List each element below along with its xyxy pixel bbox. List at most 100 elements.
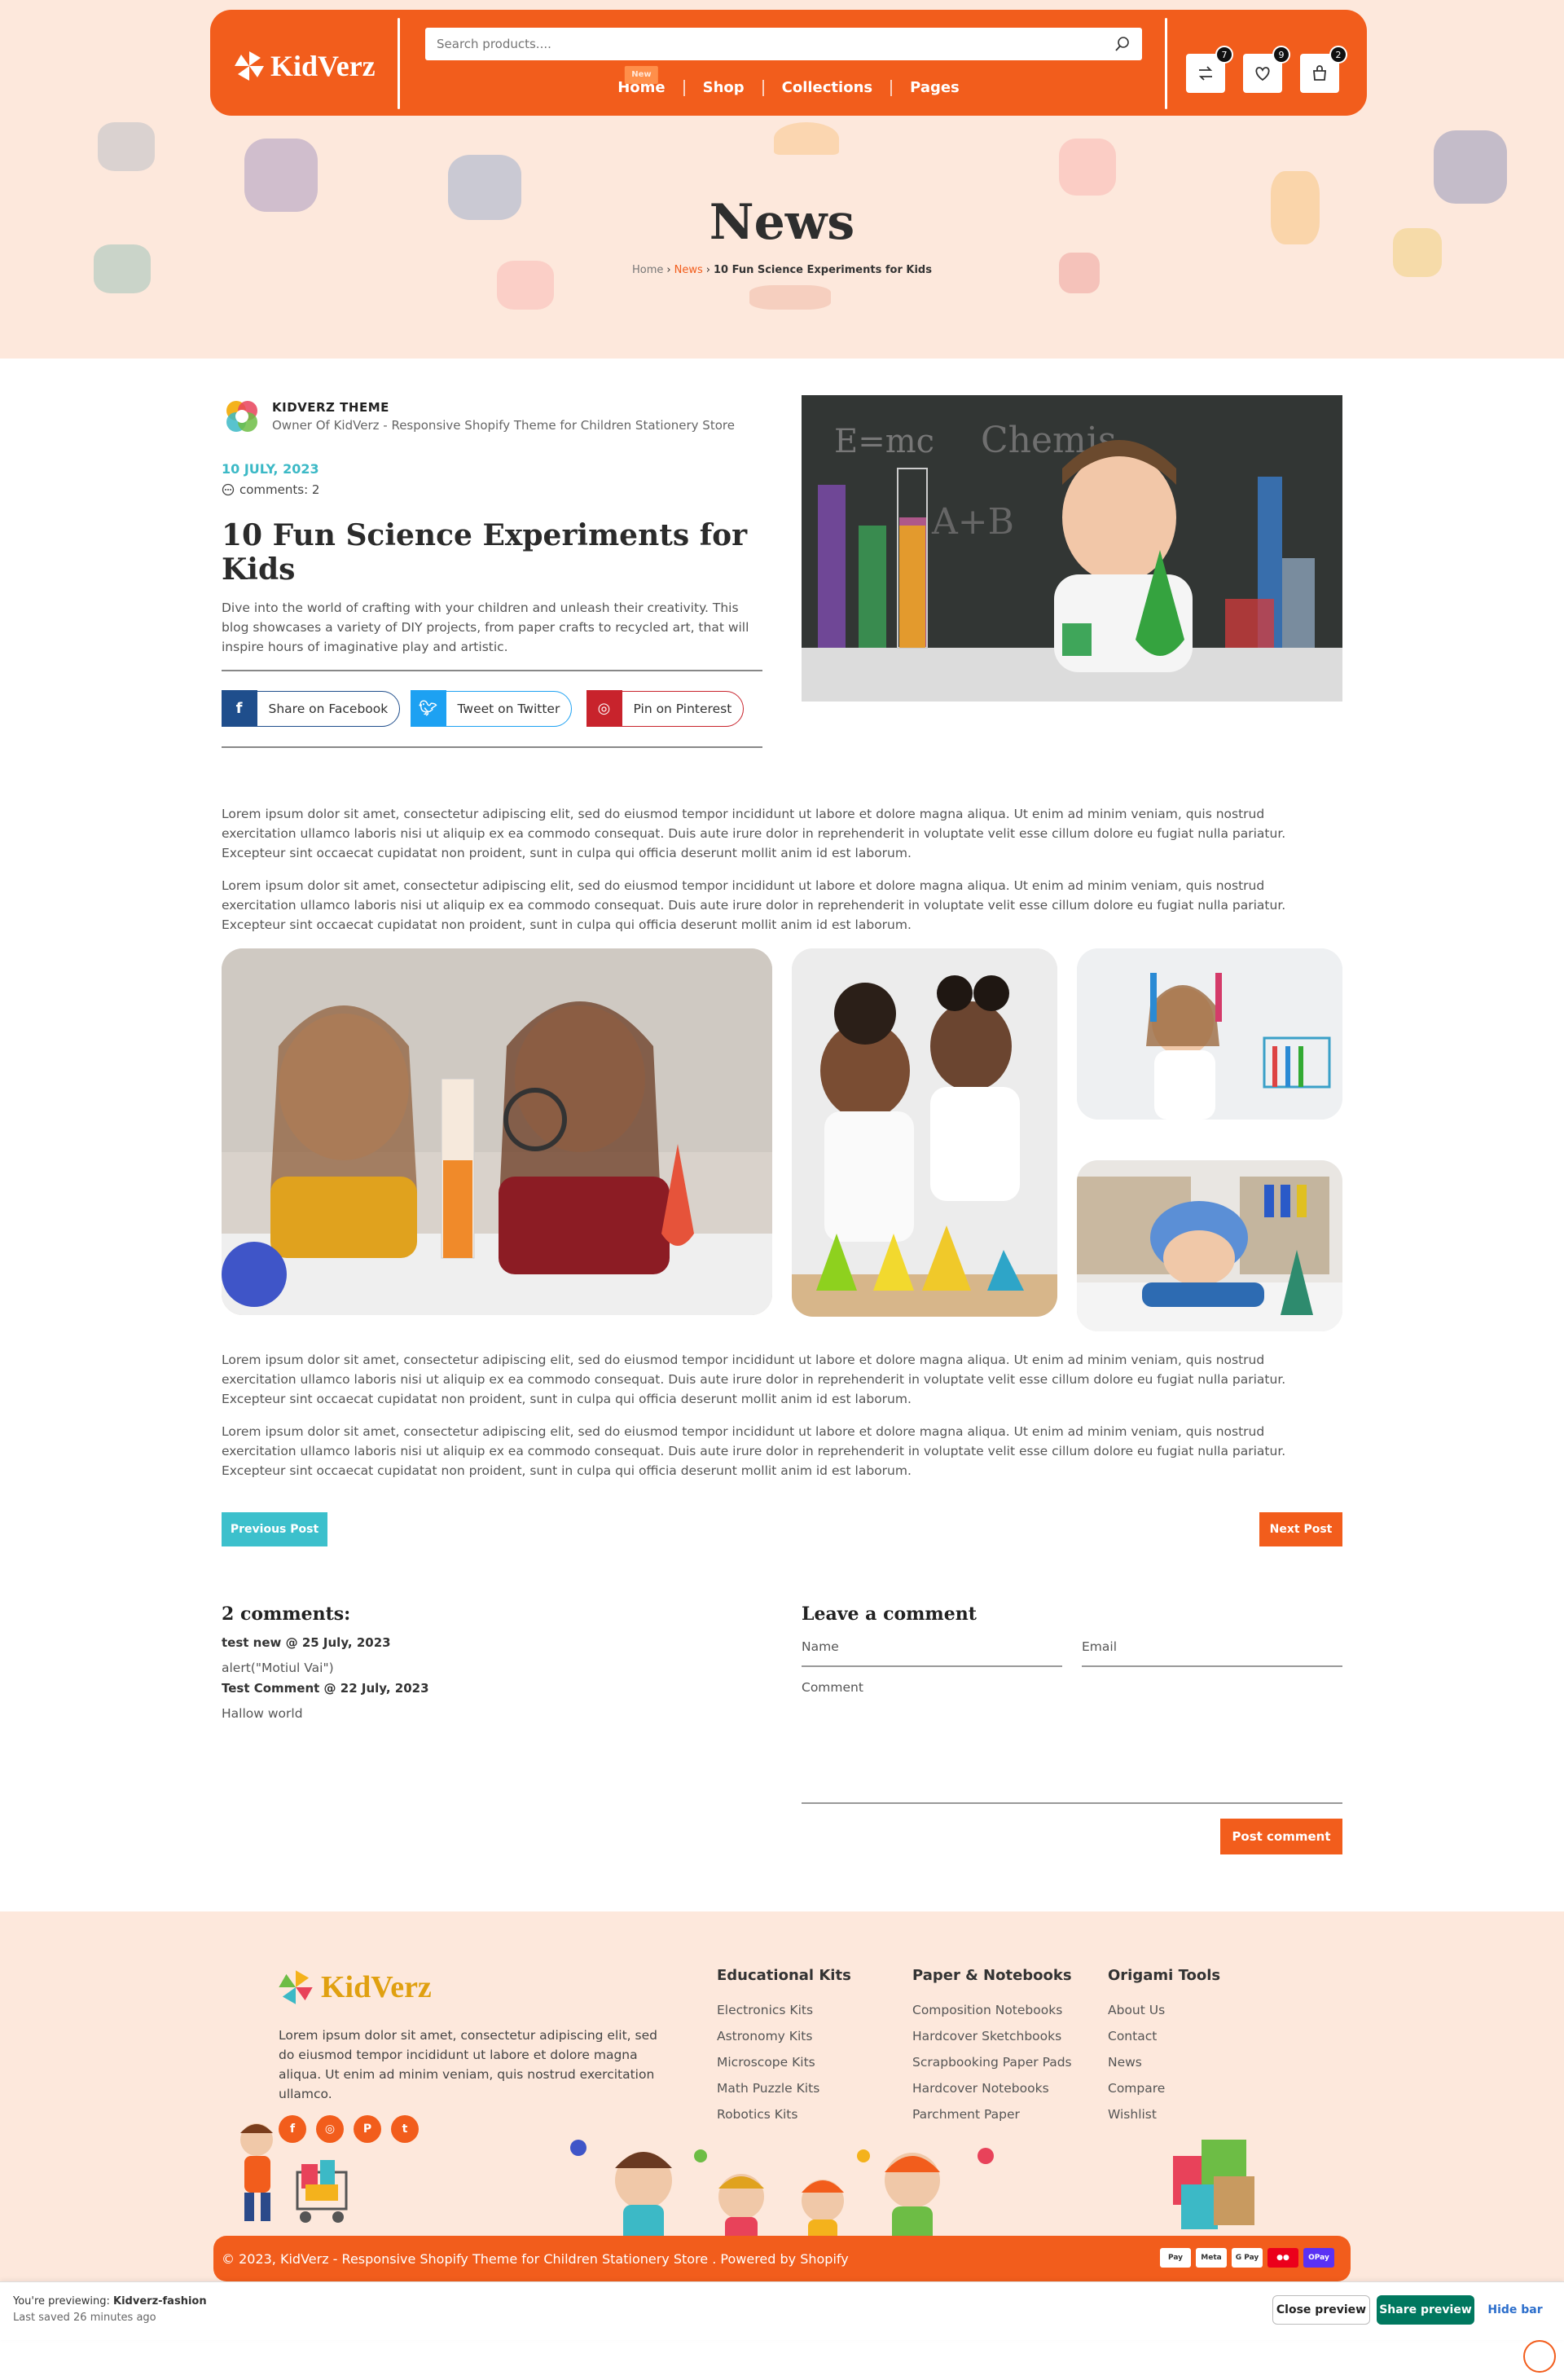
post-comment-button[interactable]: Post comment bbox=[1220, 1819, 1342, 1854]
previous-post-button[interactable]: Previous Post bbox=[222, 1512, 327, 1546]
share-pinterest-label: Pin on Pinterest bbox=[633, 702, 732, 716]
kids-painting-illustration bbox=[570, 2140, 994, 2246]
google-pay-icon: G Pay bbox=[1232, 2248, 1263, 2268]
gallery-image-1 bbox=[222, 948, 772, 1315]
brand-logo[interactable]: KidVerz bbox=[233, 49, 376, 83]
email-field[interactable]: Email bbox=[1082, 1639, 1342, 1667]
post-excerpt: Dive into the world of crafting with you… bbox=[222, 600, 749, 654]
deco-sweater-2 bbox=[1434, 130, 1507, 204]
cart-icon bbox=[1313, 65, 1326, 81]
email-placeholder: Email bbox=[1082, 1639, 1118, 1654]
gallery-image-2 bbox=[792, 948, 1057, 1317]
chevron-right-icon: › bbox=[705, 264, 710, 276]
footer-link[interactable]: Microscope Kits bbox=[717, 2049, 851, 2075]
close-preview-button[interactable]: Close preview bbox=[1272, 2295, 1370, 2325]
footer-link[interactable]: Astronomy Kits bbox=[717, 2023, 851, 2049]
header-actions: 7 9 2 bbox=[1186, 46, 1347, 93]
preview-store-name: Kidverz-fashion bbox=[113, 2295, 207, 2307]
last-saved: Last saved 26 minutes ago bbox=[13, 2312, 156, 2324]
post-paragraph-2: Lorem ipsum dolor sit amet, consectetur … bbox=[222, 878, 1286, 932]
cart-button[interactable]: 2 bbox=[1300, 46, 1347, 93]
footer-link[interactable]: Composition Notebooks bbox=[912, 1997, 1072, 2023]
nav-shop[interactable]: Shop bbox=[685, 80, 764, 96]
share-facebook-button[interactable]: f Share on Facebook bbox=[221, 690, 401, 727]
deco-glasses bbox=[749, 285, 831, 310]
nav-collections[interactable]: Collections bbox=[764, 80, 893, 96]
twitter-icon[interactable]: t bbox=[391, 2115, 419, 2143]
share-preview-button[interactable]: Share preview bbox=[1377, 2295, 1474, 2325]
featured-photo-illustration: E=mc Chemis A+B bbox=[802, 395, 1342, 702]
search-icon[interactable] bbox=[1114, 36, 1131, 52]
scroll-to-top-button[interactable] bbox=[1523, 2340, 1556, 2373]
instagram-icon: ◎ bbox=[586, 690, 622, 727]
shopping-kid-illustration bbox=[240, 2123, 348, 2223]
post-title: 10 Fun Science Experiments for Kids bbox=[222, 518, 748, 587]
wishlist-button[interactable]: 9 bbox=[1243, 46, 1290, 93]
author-name: KIDVERZ THEME bbox=[272, 400, 389, 415]
footer-link[interactable]: Parchment Paper bbox=[912, 2101, 1072, 2127]
footer-link[interactable]: Robotics Kits bbox=[717, 2101, 851, 2127]
footer-link[interactable]: Contact bbox=[1108, 2023, 1220, 2049]
footer-link[interactable]: Hardcover Notebooks bbox=[912, 2075, 1072, 2101]
post-paragraph-3: Lorem ipsum dolor sit amet, consectetur … bbox=[222, 1353, 1286, 1406]
comment-meta-1: test new @ 25 July, 2023 bbox=[222, 1635, 391, 1650]
pinwheel-icon bbox=[235, 51, 264, 81]
breadcrumb-current: 10 Fun Science Experiments for Kids bbox=[713, 264, 932, 276]
share-facebook-label: Share on Facebook bbox=[268, 702, 389, 716]
twitter-icon: 🐦︎ bbox=[410, 690, 446, 727]
search-input[interactable] bbox=[437, 37, 1088, 51]
comment-icon bbox=[222, 483, 235, 496]
author-role: Owner Of KidVerz - Responsive Shopify Th… bbox=[272, 418, 735, 433]
footer-link[interactable]: Math Puzzle Kits bbox=[717, 2075, 851, 2101]
breadcrumb-home[interactable]: Home bbox=[632, 264, 663, 276]
footer-column-paper-notebooks: Paper & Notebooks Composition Notebooks … bbox=[912, 1967, 1072, 2127]
comment-placeholder: Comment bbox=[802, 1680, 863, 1695]
svg-text:E=mc: E=mc bbox=[834, 423, 934, 460]
gallery-photo-two-girls bbox=[222, 948, 772, 1315]
comment-text-2: Hallow world bbox=[222, 1706, 303, 1721]
copyright-text: © 2023, KidVerz - Responsive Shopify The… bbox=[222, 2250, 849, 2267]
post-comment-count: comments: 2 bbox=[222, 482, 319, 497]
footer-column-title: Origami Tools bbox=[1108, 1967, 1221, 1984]
search-bar[interactable] bbox=[425, 28, 1142, 60]
facebook-icon: f bbox=[221, 690, 257, 727]
apple-pay-icon: Pay bbox=[1160, 2248, 1191, 2268]
gallery-image-4 bbox=[1077, 1160, 1342, 1331]
hero-banner: KidVerz New Home Shop Collections Pages … bbox=[0, 0, 1564, 359]
footer-link[interactable]: Scrapbooking Paper Pads bbox=[912, 2049, 1072, 2075]
svg-text:A+B: A+B bbox=[931, 501, 1014, 543]
deco-dress bbox=[1059, 139, 1116, 196]
footer-logo[interactable]: KidVerz bbox=[277, 1969, 432, 2006]
share-pinterest-button[interactable]: ◎ Pin on Pinterest bbox=[586, 690, 745, 727]
nav-home[interactable]: New Home bbox=[600, 66, 685, 96]
comment-textarea[interactable]: Comment bbox=[802, 1680, 1342, 1804]
next-post-button[interactable]: Next Post bbox=[1259, 1512, 1342, 1546]
footer-link[interactable]: News bbox=[1108, 2049, 1220, 2075]
payment-methods: Pay Meta G Pay ●● OPay bbox=[1160, 2248, 1334, 2268]
compare-icon bbox=[1198, 66, 1213, 81]
hide-bar-button[interactable]: Hide bar bbox=[1483, 2295, 1548, 2325]
footer-link[interactable]: Electronics Kits bbox=[717, 1997, 851, 2023]
shop-pay-icon: OPay bbox=[1303, 2248, 1334, 2268]
cart-count: 2 bbox=[1329, 46, 1347, 64]
compare-button[interactable]: 7 bbox=[1186, 46, 1233, 93]
shopping-bags-illustration bbox=[1173, 2140, 1254, 2229]
wishlist-count: 9 bbox=[1272, 46, 1290, 64]
pinwheel-icon bbox=[279, 1970, 313, 2004]
leave-comment-heading: Leave a comment bbox=[802, 1604, 977, 1625]
footer-link[interactable]: About Us bbox=[1108, 1997, 1220, 2023]
breadcrumb-news[interactable]: News bbox=[674, 264, 703, 276]
name-field[interactable]: Name bbox=[802, 1639, 1062, 1667]
gallery-photo-girl-test-tubes bbox=[1077, 948, 1342, 1120]
nav-pages[interactable]: Pages bbox=[892, 80, 978, 96]
footer-link[interactable]: Compare bbox=[1108, 2075, 1220, 2101]
footer-link[interactable]: Hardcover Sketchbooks bbox=[912, 2023, 1072, 2049]
new-badge: New bbox=[625, 66, 658, 84]
site-header: KidVerz New Home Shop Collections Pages … bbox=[210, 10, 1367, 116]
preview-prefix: You're previewing: bbox=[13, 2295, 114, 2307]
featured-image: E=mc Chemis A+B bbox=[802, 395, 1342, 702]
share-twitter-button[interactable]: 🐦︎ Tweet on Twitter bbox=[410, 690, 573, 727]
post-paragraph-1: Lorem ipsum dolor sit amet, consectetur … bbox=[222, 807, 1286, 860]
brand-name: KidVerz bbox=[270, 50, 376, 82]
heart-icon bbox=[1255, 67, 1270, 81]
